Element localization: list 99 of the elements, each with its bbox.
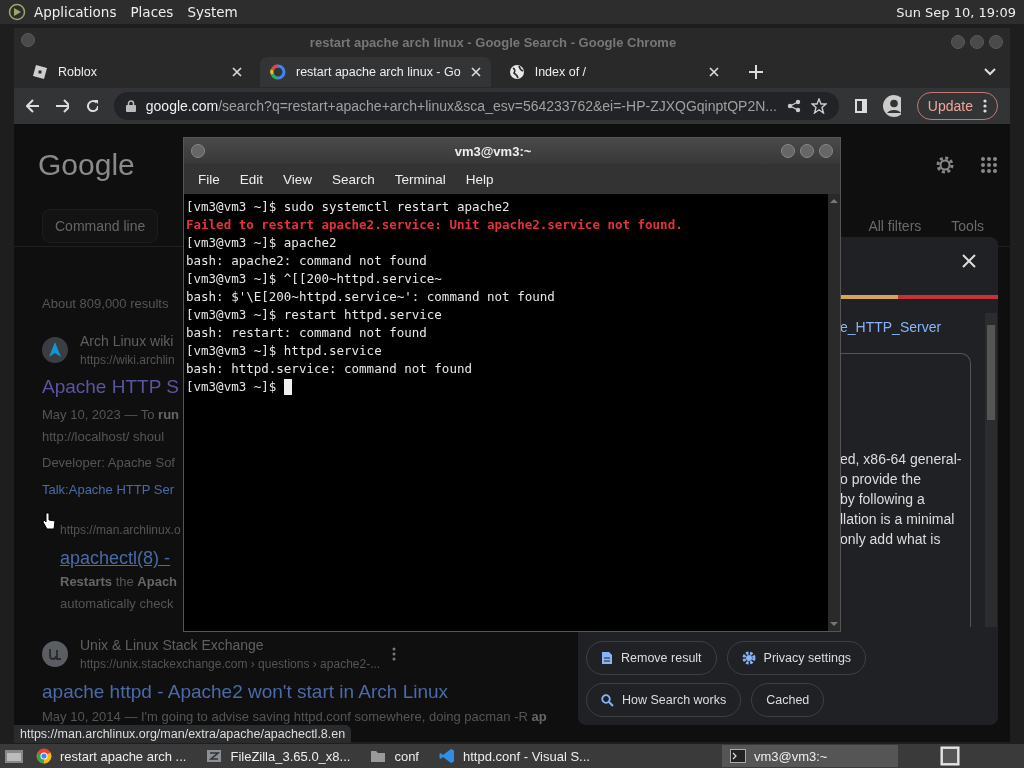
- browser-tab[interactable]: restart apache arch linux - Go: [260, 57, 491, 87]
- browser-tab[interactable]: Index of /: [498, 57, 729, 87]
- editor-icon: [439, 748, 455, 764]
- new-tab-icon[interactable]: [748, 65, 763, 79]
- result-title-link[interactable]: apache httpd - Apache2 won't start in Arch Linux: [42, 679, 449, 705]
- taskbar-item[interactable]: httpd.conf - Visual S...: [431, 745, 598, 767]
- result-url: https://wiki.archlin: [80, 352, 175, 369]
- hand-cursor-icon: [42, 512, 56, 530]
- forward-icon[interactable]: [55, 99, 69, 113]
- share-icon[interactable]: [786, 99, 801, 113]
- browser-icon: [36, 748, 52, 764]
- reload-icon[interactable]: [84, 98, 98, 114]
- menu-item[interactable]: Search: [322, 171, 385, 187]
- menu-item[interactable]: Edit: [229, 171, 274, 187]
- card-text: only add what is: [840, 530, 942, 549]
- more-vertical-icon: [983, 99, 987, 113]
- scrollbar[interactable]: [985, 313, 997, 627]
- panel-menu[interactable]: Applications: [34, 4, 117, 20]
- minimize-icon[interactable]: [780, 143, 796, 159]
- menu-item[interactable]: Terminal: [384, 171, 456, 187]
- terminal-line: bash: restart: command not found: [186, 324, 427, 342]
- taskbar-item[interactable]: restart apache arch ...: [28, 745, 195, 767]
- clock: Sun Sep 10, 19:09: [896, 4, 1016, 20]
- filter-chip[interactable]: Tools: [951, 218, 984, 234]
- scroll-up-icon[interactable]: [829, 198, 839, 204]
- apps-grid-icon[interactable]: [980, 156, 998, 174]
- menu-item[interactable]: File: [188, 171, 230, 187]
- filter-chip[interactable]: All filters: [868, 218, 922, 234]
- settings-icon[interactable]: [934, 154, 956, 176]
- profile-avatar-icon[interactable]: [882, 95, 901, 117]
- window-title: vm3@vm3:~: [453, 143, 533, 159]
- card-text: ed, x86-64 general-: [840, 450, 963, 469]
- star-icon[interactable]: [810, 98, 827, 114]
- close-tab-icon[interactable]: [232, 67, 242, 77]
- sub-link[interactable]: Talk:Apache HTTP Ser: [42, 479, 174, 501]
- site-favicon-icon: [42, 337, 68, 363]
- terminal-line: bash: $'\E[200~httpd.service~': command not found: [186, 288, 555, 306]
- google-g-icon: [270, 64, 286, 80]
- url-text: google.com/search?q=restart+apache+arch+linux&sca_esv=564233762&ei=-HP-ZJXQGqinptQP2N...: [145, 98, 777, 114]
- panel-menu[interactable]: System: [187, 4, 238, 20]
- site-favicon-icon: [42, 641, 68, 667]
- more-vertical-icon[interactable]: [392, 647, 397, 661]
- result-url: https://man.archlinux.o: [60, 522, 181, 539]
- folder-icon: [370, 749, 387, 763]
- terminal-line: [vm3@vm3 ~]$ ^[[200~httpd.service~: [186, 270, 442, 288]
- panel-menu[interactable]: Places: [130, 4, 174, 20]
- taskbar-item[interactable]: conf: [362, 745, 427, 767]
- close-tab-icon[interactable]: [708, 67, 719, 77]
- address-bar[interactable]: google.com/search?q=restart+apache+arch+linux&sca_esv=564233762&ei=-HP-ZJXQGqinptQP2N...: [113, 92, 839, 120]
- result-url: https://unix.stackexchange.com › questions › apache2-...: [80, 656, 381, 673]
- card-text: llation is a minimal: [840, 510, 956, 529]
- scrollbar[interactable]: [828, 194, 840, 631]
- workspace-switcher-icon[interactable]: [940, 746, 960, 766]
- chevron-down-icon[interactable]: [984, 68, 996, 76]
- scroll-down-icon[interactable]: [829, 621, 839, 627]
- result-snippet: May 10, 2023 — To run: [42, 406, 180, 424]
- result-title-link[interactable]: apachectl(8) -: [60, 545, 171, 571]
- result-meta: Developer: Apache Sof: [42, 454, 175, 472]
- settings-icon: [741, 651, 756, 665]
- window-menu-icon[interactable]: [190, 143, 206, 159]
- results-count: About 809,000 results: [42, 295, 169, 313]
- card-text: by following a: [840, 490, 926, 509]
- terminal-line: bash: httpd.service: command not found: [186, 360, 472, 378]
- back-icon[interactable]: [26, 99, 40, 113]
- result-snippet: Restarts the Apach: [60, 573, 178, 591]
- terminal-line: Failed to restart apache2.service: Unit apache2.service not found.: [186, 216, 683, 234]
- taskbar-item[interactable]: FileZilla_3.65.0_x8...: [198, 745, 359, 767]
- text-cursor: [284, 379, 293, 395]
- terminal-line: [vm3@vm3 ~]$ sudo systemctl restart apache2: [186, 198, 510, 216]
- terminal-line: [vm3@vm3 ~]$ httpd.service: [186, 342, 382, 360]
- terminal-line: [vm3@vm3 ~]$ apache2: [186, 234, 337, 252]
- app-icon: [206, 748, 223, 764]
- site-name: Unix & Linux Stack Exchange: [80, 636, 264, 655]
- card-text: o provide the: [840, 470, 922, 489]
- window-title: restart apache arch linux - Google Search - Google Chrome: [308, 34, 678, 50]
- terminal-icon: [729, 749, 746, 763]
- search-icon: [601, 693, 614, 707]
- terminal-line: [vm3@vm3 ~]$: [186, 378, 277, 396]
- side-panel-icon[interactable]: [854, 99, 867, 113]
- globe-icon: [508, 64, 525, 80]
- menu-item[interactable]: View: [273, 171, 323, 187]
- document-icon: [601, 651, 613, 665]
- result-snippet: automatically check: [60, 595, 174, 613]
- taskbar-item[interactable]: vm3@vm3:~: [721, 745, 898, 767]
- close-tab-icon[interactable]: [470, 67, 481, 77]
- wiki-link[interactable]: e_HTTP_Server: [840, 319, 971, 335]
- terminal-line: bash: apache2: command not found: [186, 252, 427, 270]
- distro-logo-icon[interactable]: [8, 3, 26, 21]
- google-logo[interactable]: Google: [38, 148, 135, 182]
- lock-icon: [125, 100, 136, 112]
- terminal-line: [vm3@vm3 ~]$ restart httpd.service: [186, 306, 442, 324]
- menu-item[interactable]: Help: [455, 171, 504, 187]
- maximize-icon[interactable]: [799, 143, 815, 159]
- result-snippet: May 10, 2014 — I'm going to advise saving httpd.conf somewhere, doing pacman -R ap: [42, 709, 547, 725]
- site-name: Arch Linux wiki: [80, 332, 174, 351]
- link-status-tooltip: https://man.archlinux.org/man/extra/apache/apachectl.8.en: [14, 725, 352, 743]
- result-snippet: http://localhost/ shoul: [42, 428, 165, 446]
- browser-tab[interactable]: Roblox: [22, 57, 252, 87]
- show-desktop-icon[interactable]: [4, 747, 24, 765]
